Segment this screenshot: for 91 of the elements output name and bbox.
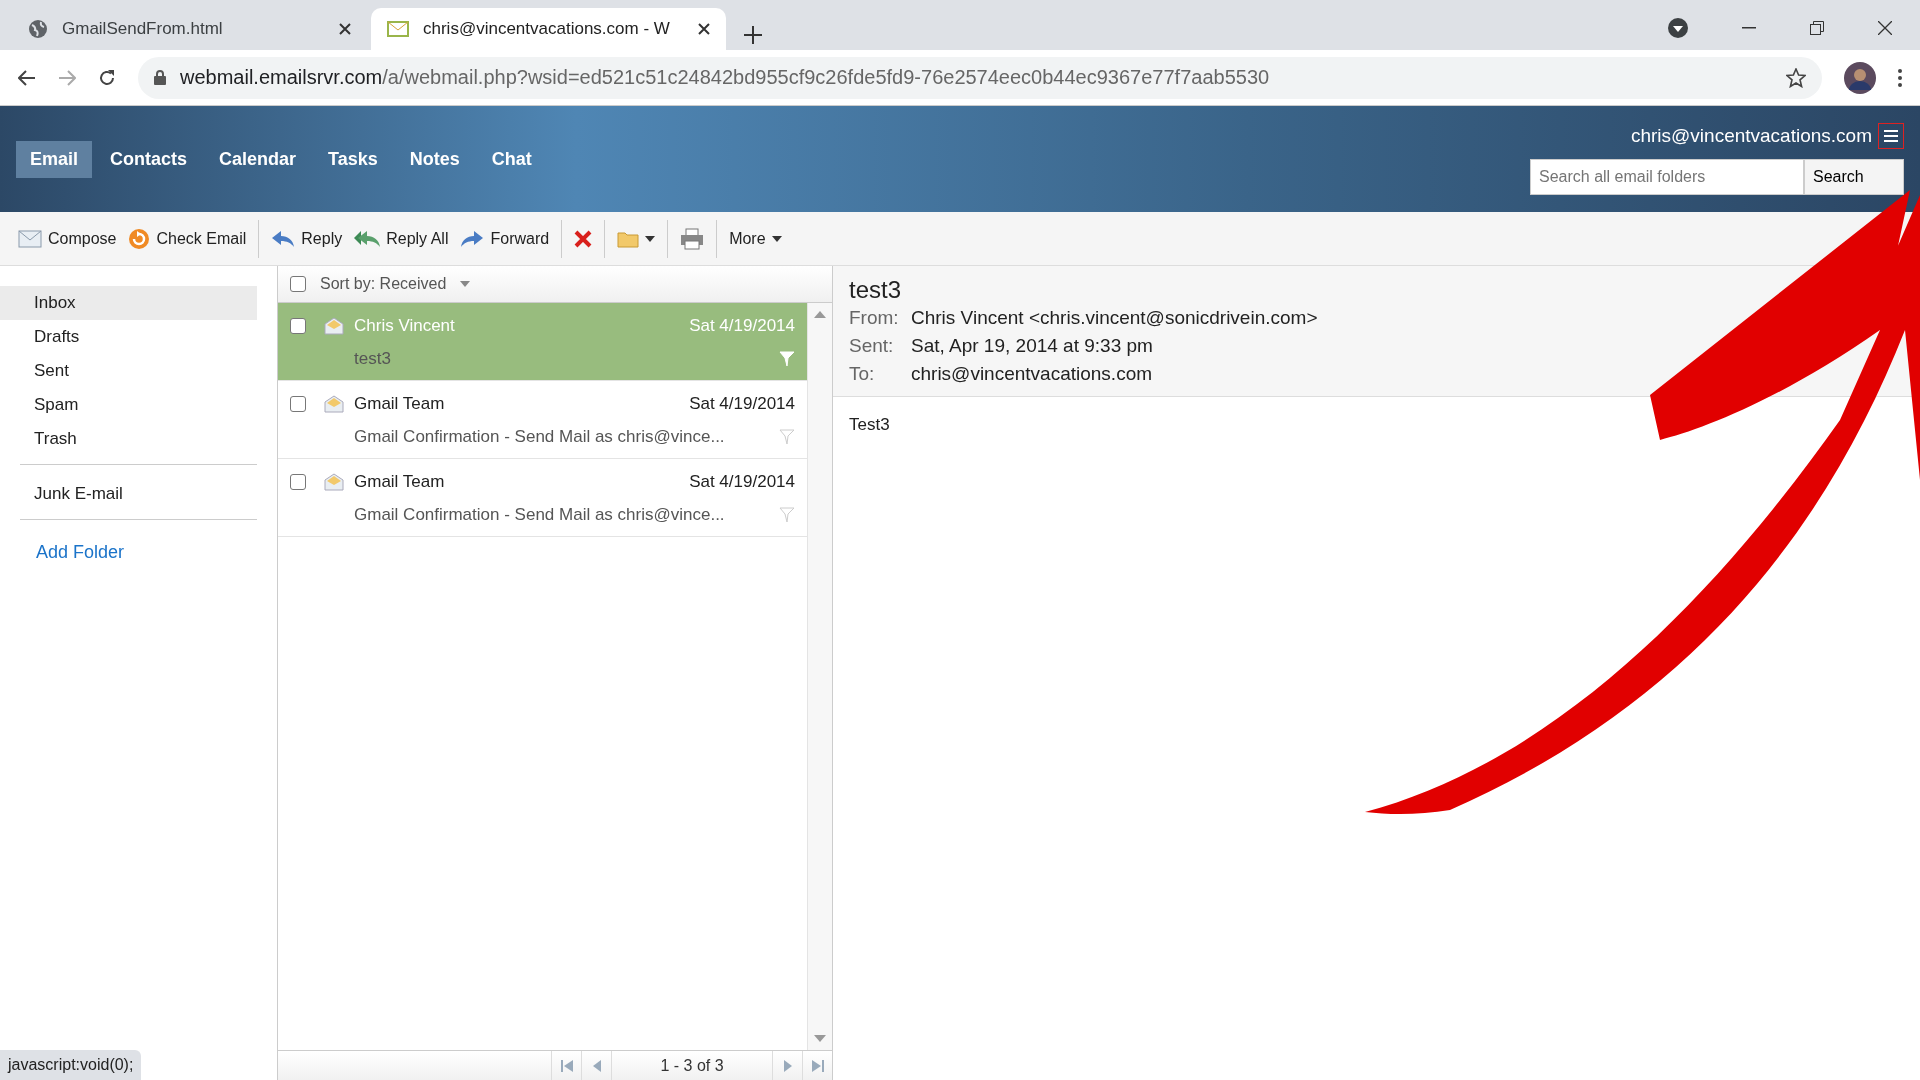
scroll-up-arrow-icon[interactable] — [814, 311, 826, 318]
close-icon[interactable] — [1878, 21, 1892, 35]
message-checkbox[interactable] — [290, 317, 306, 334]
delete-x-icon — [574, 229, 593, 248]
refresh-button[interactable]: Check Email — [124, 223, 251, 254]
reply-all-button[interactable]: Reply All — [350, 225, 453, 252]
message-subject: Gmail Confirmation - Send Mail as chris@vince... — [354, 426, 726, 447]
forward-arrow-icon[interactable] — [58, 69, 76, 86]
lock-icon — [154, 70, 166, 85]
message-row[interactable]: Gmail Team Sat 4/19/2014 Gmail Confirmation - Send Mail as chris@vince... — [278, 381, 807, 459]
nav-tab[interactable]: Notes — [395, 140, 474, 178]
nav-tab[interactable]: Contacts — [96, 140, 202, 178]
message-subject: Gmail Confirmation - Send Mail as chris@vince... — [354, 504, 726, 525]
message-sender: Gmail Team — [354, 471, 445, 492]
search-field[interactable]: Search all email folders — [1530, 159, 1804, 195]
message-checkbox[interactable] — [290, 395, 306, 412]
field-value: chris@vincentvacations.com — [911, 362, 1154, 386]
refresh-icon — [128, 227, 151, 250]
url-text: webmail.emailsrvr.com/a/webmail.php?wsid=ed521c51c24842bd955cf9c26fde5fd9-76e2574eec0b44ec9367e77f7aab5530 — [180, 66, 1270, 89]
nav-tab[interactable]: Chat — [477, 140, 546, 178]
forward-button[interactable]: Forward — [456, 225, 554, 252]
forward-arrow-icon — [460, 229, 485, 248]
compose-button[interactable]: Compose — [14, 225, 121, 252]
field-label: To: — [849, 362, 876, 386]
printer-icon — [680, 227, 705, 250]
open-envelope-icon — [324, 394, 344, 413]
caret-icon — [771, 235, 782, 242]
field-label: From: — [849, 306, 900, 330]
folder-item[interactable]: Drafts — [20, 320, 257, 354]
message-row[interactable]: Chris Vincent Sat 4/19/2014 test3 — [278, 303, 807, 381]
address-bar[interactable]: webmail.emailsrvr.com/a/webmail.php?wsid=ed521c51c24842bd955cf9c26fde5fd9-76e2574eec0b44ec9367e77f7aab5530 — [138, 56, 1822, 99]
field-value: Sat, Apr 19, 2014 at 9:33 pm — [911, 334, 1154, 358]
folder-item[interactable]: Spam — [20, 388, 257, 422]
back-arrow-icon[interactable] — [18, 69, 36, 86]
kebab-menu-icon[interactable] — [1898, 68, 1902, 87]
folder-item[interactable]: Sent — [20, 354, 257, 388]
caret-icon[interactable] — [460, 281, 471, 287]
add-folder-link[interactable]: Add Folder — [36, 542, 125, 563]
search-button[interactable]: Search — [1804, 159, 1904, 195]
open-envelope-icon — [324, 316, 344, 335]
message-title: test3 — [849, 276, 903, 304]
close-icon[interactable] — [339, 23, 351, 35]
scrollbar[interactable] — [807, 303, 832, 1050]
reply-arrow-icon — [271, 229, 296, 248]
sort-label[interactable]: Sort by: Received — [320, 275, 447, 293]
globe-icon — [28, 19, 48, 39]
reply-button[interactable]: Reply — [267, 225, 347, 252]
envelope-icon — [387, 21, 409, 37]
status-url: javascript:void(0); — [0, 1050, 142, 1080]
browser-tab[interactable]: GmailSendFrom.html — [12, 8, 367, 50]
message-sender: Gmail Team — [354, 393, 445, 414]
previous-page-icon[interactable] — [591, 1059, 602, 1073]
last-page-icon[interactable] — [810, 1059, 825, 1073]
nav-tab[interactable]: Calendar — [205, 140, 311, 178]
message-body: Test3 — [848, 414, 891, 436]
user-email: chris@vincentvacations.com — [1630, 125, 1872, 147]
new-tab-plus-icon[interactable] — [744, 26, 762, 44]
more-button[interactable]: More — [725, 225, 786, 252]
select-all-checkbox[interactable] — [290, 276, 306, 292]
message-sender: Chris Vincent — [354, 315, 455, 336]
avatar-icon[interactable] — [1844, 61, 1876, 94]
star-icon[interactable] — [1786, 67, 1806, 88]
envelope-icon — [18, 229, 42, 248]
field-value: Chris Vincent <chris.vincent@sonicdrivein.com> — [911, 306, 1319, 330]
close-icon[interactable] — [698, 23, 710, 35]
open-envelope-icon — [324, 472, 344, 491]
reload-icon[interactable] — [98, 68, 116, 87]
menu-icon[interactable] — [1878, 123, 1904, 149]
message-date: Sat 4/19/2014 — [689, 315, 795, 336]
restore-icon[interactable] — [1810, 21, 1824, 35]
caret-icon — [645, 235, 656, 242]
nav-tab[interactable]: Tasks — [314, 140, 392, 178]
scroll-down-arrow-icon[interactable] — [814, 1035, 826, 1042]
message-checkbox[interactable] — [290, 473, 306, 490]
minimize-icon[interactable] — [1742, 27, 1756, 29]
nav-tab[interactable]: Email — [16, 140, 93, 178]
folder-item[interactable]: Inbox — [0, 286, 257, 320]
reply-all-arrow-icon — [354, 229, 381, 248]
browser-tab[interactable]: chris@vincentvacations.com - W — [371, 8, 726, 50]
first-page-icon[interactable] — [559, 1059, 574, 1073]
profile-dropdown-icon[interactable] — [1668, 18, 1688, 38]
message-row[interactable]: Gmail Team Sat 4/19/2014 Gmail Confirmation - Send Mail as chris@vince... — [278, 459, 807, 537]
folder-icon — [617, 229, 640, 248]
message-subject: test3 — [354, 348, 392, 369]
message-date: Sat 4/19/2014 — [689, 471, 795, 492]
page-indicator: 1 - 3 of 3 — [611, 1051, 772, 1080]
folder-item[interactable]: Trash — [20, 422, 257, 456]
message-date: Sat 4/19/2014 — [689, 393, 795, 414]
field-label: Sent: — [849, 334, 895, 358]
folder-item[interactable]: Junk E-mail — [20, 477, 257, 511]
next-page-icon[interactable] — [782, 1059, 793, 1073]
